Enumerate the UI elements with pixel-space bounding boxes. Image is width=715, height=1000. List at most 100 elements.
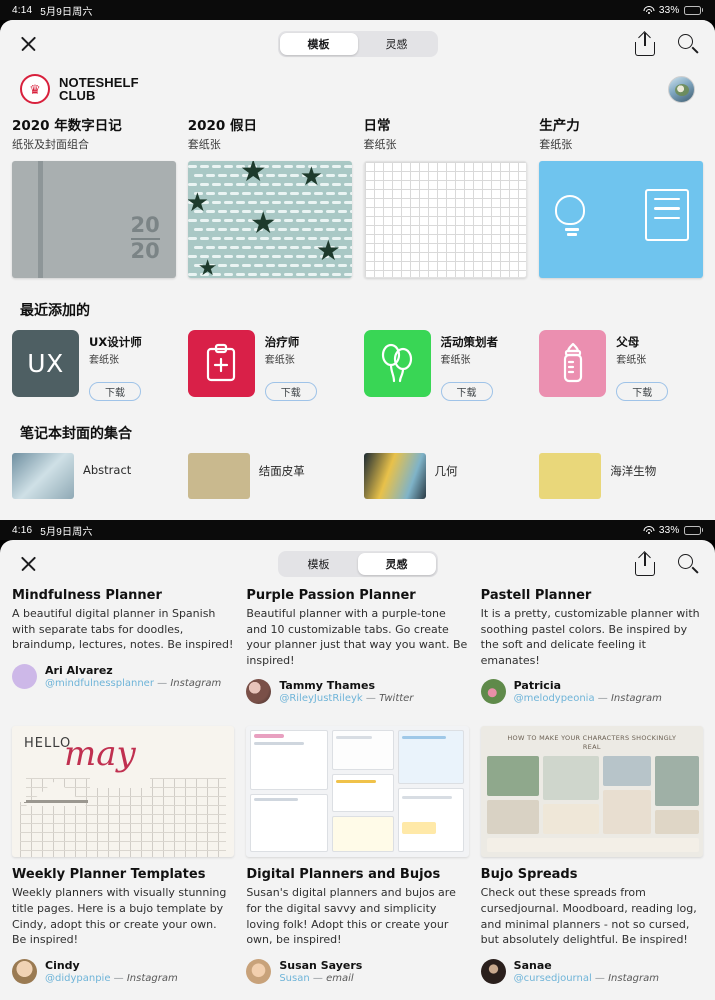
inspiration-card-purple-passion[interactable]: Purple Passion Planner Beautiful planner… xyxy=(246,588,468,705)
dash-mark xyxy=(301,209,311,213)
image-text-may: may xyxy=(64,734,136,775)
dash-mark xyxy=(337,173,347,177)
author-handle[interactable]: @RileyJustRileyk — Twitter xyxy=(279,693,413,704)
star-icon: ★ xyxy=(249,206,277,240)
dash-mark xyxy=(265,173,275,177)
recent-item-event-planner[interactable]: 活动策划者 套纸张 下载 xyxy=(363,329,528,401)
bujo-moodboard-image[interactable]: HOW TO MAKE YOUR CHARACTERS SHOCKINGLY R… xyxy=(480,726,703,858)
dash-mark xyxy=(259,254,269,258)
featured-row: 2020 年数字日记 纸张及封面组合 20 20 2020 假日 套纸张 ★ ★… xyxy=(0,118,715,278)
dash-mark xyxy=(289,173,299,177)
author-block[interactable]: Susan Sayers Susan — email xyxy=(246,958,468,984)
dash-mark xyxy=(241,245,251,249)
clipboard-cross-glyph xyxy=(207,344,236,382)
geometric-cover-thumb[interactable] xyxy=(363,452,426,499)
author-block[interactable]: Ari Alvarez @mindfulnessplanner — Instag… xyxy=(12,663,234,689)
cover-item-geometric[interactable]: 几何 xyxy=(363,452,528,499)
inspiration-title: Weekly Planner Templates xyxy=(12,867,206,883)
search-icon[interactable] xyxy=(677,553,699,575)
hello-may-house-image[interactable]: HELLO may xyxy=(12,726,235,858)
download-button[interactable]: 下载 xyxy=(440,381,493,401)
author-block[interactable]: Patricia @melodypeonia — Instagram xyxy=(480,679,703,705)
tab-templates[interactable]: 模板 xyxy=(280,553,358,575)
download-button[interactable]: 下载 xyxy=(89,381,141,401)
cover-item-marine[interactable]: 海洋生物 xyxy=(539,452,703,499)
avatar xyxy=(12,663,37,689)
author-handle[interactable]: @melodypeonia — Instagram xyxy=(514,693,662,704)
dash-mark xyxy=(199,164,209,168)
dash-mark xyxy=(271,182,281,186)
featured-card-daily[interactable]: 日常 套纸张 xyxy=(363,118,528,278)
close-icon[interactable] xyxy=(16,551,42,577)
recent-item-subtitle: 套纸张 xyxy=(616,354,647,366)
dash-mark xyxy=(325,191,335,195)
segmented-control-bottom[interactable]: 模板 灵感 xyxy=(277,551,438,577)
dash-mark xyxy=(271,254,281,258)
search-icon[interactable] xyxy=(677,33,699,55)
recent-item-therapist[interactable]: 治疗师 套纸张 下载 xyxy=(187,329,352,401)
tab-templates[interactable]: 模板 xyxy=(279,33,358,55)
segmented-control-top[interactable]: 模板 灵感 xyxy=(277,31,438,57)
digital-planner-collage-image[interactable] xyxy=(246,726,469,858)
dash-mark xyxy=(247,254,257,258)
download-button[interactable]: 下载 xyxy=(264,381,317,401)
marine-life-cover-thumb[interactable] xyxy=(539,452,602,499)
avatar[interactable] xyxy=(668,75,695,103)
tab-inspiration[interactable]: 灵感 xyxy=(357,553,436,575)
featured-card-productivity[interactable]: 生产力 套纸张 xyxy=(539,118,703,278)
inspiration-content: Mindfulness Planner A beautiful digital … xyxy=(0,540,715,1000)
author-handle[interactable]: @didypanpie — Instagram xyxy=(45,973,178,984)
dash-mark xyxy=(223,272,233,276)
tab-inspiration[interactable]: 灵感 xyxy=(358,33,436,55)
leather-cover-thumb[interactable] xyxy=(187,452,250,499)
inspiration-card-mindfulness[interactable]: Mindfulness Planner A beautiful digital … xyxy=(12,588,234,704)
dash-mark xyxy=(331,182,341,186)
author-block[interactable]: Tammy Thames @RileyJustRileyk — Twitter xyxy=(246,679,468,705)
dash-mark xyxy=(343,272,352,276)
author-handle[interactable]: @cursedjournal — Instagram xyxy=(514,973,659,984)
recent-item-parents[interactable]: 父母 套纸张 下载 xyxy=(539,329,703,401)
author-handle[interactable]: Susan — email xyxy=(279,973,362,984)
ux-icon: UX xyxy=(12,329,79,397)
inspiration-card-weekly-planner[interactable]: HELLO may Weekly Planner Templates Weekl… xyxy=(12,726,235,984)
battery-icon xyxy=(683,525,703,535)
dash-mark xyxy=(271,200,281,204)
inspiration-card-bujo-spreads[interactable]: HOW TO MAKE YOUR CHARACTERS SHOCKINGLY R… xyxy=(480,726,703,984)
inspiration-description: Check out these spreads from cursedjourn… xyxy=(480,886,697,947)
recent-item-ux-designer[interactable]: UX UX设计师 套纸张 下载 xyxy=(12,329,176,401)
dash-mark xyxy=(217,263,227,267)
wifi-icon xyxy=(643,525,655,535)
stars-pattern-thumb[interactable]: ★ ★ ★ ★ ★ ★ xyxy=(187,160,352,278)
dash-mark xyxy=(277,263,287,267)
avatar xyxy=(480,958,506,984)
author-handle[interactable]: @mindfulnessplanner — Instagram xyxy=(45,678,221,689)
share-icon[interactable] xyxy=(635,551,655,576)
dash-mark xyxy=(343,254,352,258)
author-block[interactable]: Cindy @didypanpie — Instagram xyxy=(12,958,234,984)
download-button[interactable]: 下载 xyxy=(616,381,669,401)
status-time: 4:16 xyxy=(12,524,33,536)
productivity-blue-thumb[interactable] xyxy=(539,160,703,278)
dash-mark xyxy=(229,173,239,177)
featured-card-digital-diary[interactable]: 2020 年数字日记 纸张及封面组合 20 20 xyxy=(12,118,176,278)
featured-card-holiday[interactable]: 2020 假日 套纸张 ★ ★ ★ ★ ★ ★ xyxy=(187,118,352,278)
diary-cover-2020-thumb[interactable]: 20 20 xyxy=(12,160,176,278)
dash-mark xyxy=(211,218,221,222)
dash-mark xyxy=(193,173,203,177)
dash-mark xyxy=(229,227,239,231)
cover-item-leather[interactable]: 结面皮革 xyxy=(187,452,352,499)
inspiration-card-digital-planners[interactable]: Digital Planners and Bujos Susan's digit… xyxy=(246,726,469,984)
abstract-cover-thumb[interactable] xyxy=(12,452,74,499)
close-icon[interactable] xyxy=(16,31,42,57)
cover-item-abstract[interactable]: Abstract xyxy=(12,452,176,499)
club-sheet-templates: 模板 灵感 ♛ NOTESHELF CLUB 2020 年数字日记 纸张及封面组… xyxy=(0,20,715,520)
cover-name: Abstract xyxy=(83,462,132,477)
author-block[interactable]: Sanae @cursedjournal — Instagram xyxy=(480,958,703,984)
inspiration-description: Beautiful planner with a purple-tone and… xyxy=(246,607,468,667)
grid-paper-thumb[interactable] xyxy=(363,160,528,278)
inspiration-card-pastell[interactable]: Pastell Planner It is a pretty, customiz… xyxy=(480,588,703,705)
brand-row: ♛ NOTESHELF CLUB xyxy=(0,68,715,104)
share-icon[interactable] xyxy=(635,31,655,56)
year-label: 20 20 xyxy=(130,213,160,263)
dash-mark xyxy=(235,218,245,222)
